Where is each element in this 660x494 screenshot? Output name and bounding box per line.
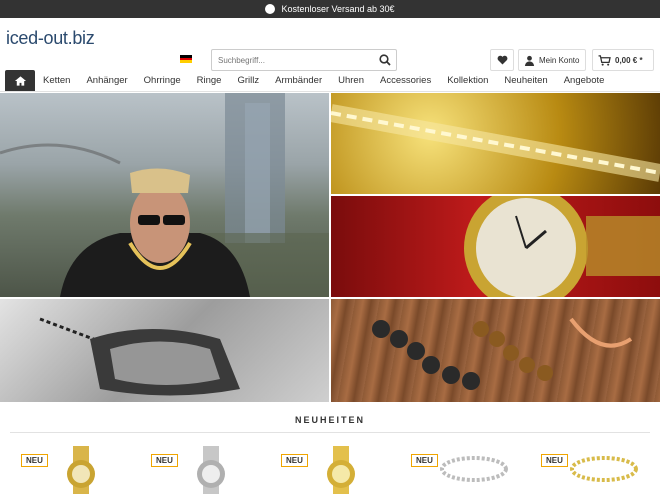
- account-label: Mein Konto: [539, 55, 580, 65]
- product-card[interactable]: NEU: [151, 440, 271, 494]
- product-slider: NEU NEU NEU NEU NEU: [0, 440, 660, 494]
- nav-item[interactable]: Ohrringe: [136, 70, 189, 91]
- product-card[interactable]: NEU: [281, 440, 401, 494]
- search-box: [211, 49, 397, 71]
- heart-icon: [497, 55, 507, 65]
- promo-bar: Kostenloser Versand ab 30€: [0, 0, 660, 18]
- logo[interactable]: iced-out.biz: [6, 28, 95, 49]
- account-button[interactable]: Mein Konto: [518, 49, 586, 71]
- cart-total: 0,00 € *: [615, 55, 643, 65]
- watch-gold-image: [67, 446, 95, 494]
- hero-tile-model[interactable]: [0, 93, 329, 297]
- language-flag-icon[interactable]: [180, 55, 192, 64]
- wishlist-button[interactable]: [490, 49, 514, 71]
- user-icon: [524, 55, 535, 66]
- new-badge: NEU: [21, 454, 48, 467]
- search-icon[interactable]: [374, 50, 396, 70]
- section-title: NEUHEITEN: [294, 415, 365, 425]
- nav-item[interactable]: Ketten: [35, 70, 78, 91]
- hero-tile-pendant[interactable]: [0, 299, 329, 402]
- hero-tile-gold-chain[interactable]: [331, 93, 660, 194]
- bracelet-silver-image: [440, 456, 508, 482]
- hero-tile-gold-watch[interactable]: [331, 196, 660, 297]
- new-badge: NEU: [411, 454, 438, 467]
- new-badge: NEU: [151, 454, 178, 467]
- nav-item[interactable]: Kollektion: [439, 70, 496, 91]
- nav-item[interactable]: Ringe: [189, 70, 230, 91]
- product-card[interactable]: NEU: [541, 440, 660, 494]
- cart-button[interactable]: 0,00 € *: [592, 49, 654, 71]
- watch-silver-image: [197, 446, 225, 494]
- product-card[interactable]: NEU: [21, 440, 141, 494]
- nav-item[interactable]: Accessories: [372, 70, 439, 91]
- home-icon: [14, 75, 26, 86]
- header: iced-out.biz Mein Konto 0,00 € *: [0, 18, 660, 71]
- hero-tile-bracelets[interactable]: [331, 299, 660, 402]
- nav-item[interactable]: Anhänger: [78, 70, 135, 91]
- promo-text: Kostenloser Versand ab 30€: [281, 4, 395, 14]
- new-badge: NEU: [541, 454, 568, 467]
- search-input[interactable]: [212, 50, 374, 70]
- nav-item[interactable]: Armbänder: [267, 70, 330, 91]
- main-navigation: Ketten Anhänger Ohrringe Ringe Grillz Ar…: [0, 70, 660, 92]
- section-divider: [10, 432, 650, 433]
- hero-banner-grid: [0, 93, 660, 402]
- nav-item[interactable]: Neuheiten: [496, 70, 555, 91]
- nav-item[interactable]: Uhren: [330, 70, 372, 91]
- watch-gold-image: [327, 446, 355, 494]
- nav-item[interactable]: Grillz: [229, 70, 267, 91]
- cart-icon: [598, 54, 611, 66]
- product-card[interactable]: NEU: [411, 440, 531, 494]
- nav-item[interactable]: Angebote: [556, 70, 613, 91]
- home-button[interactable]: [5, 70, 35, 91]
- new-badge: NEU: [281, 454, 308, 467]
- bracelet-gold-image: [570, 456, 638, 482]
- percent-badge-icon: [265, 4, 276, 14]
